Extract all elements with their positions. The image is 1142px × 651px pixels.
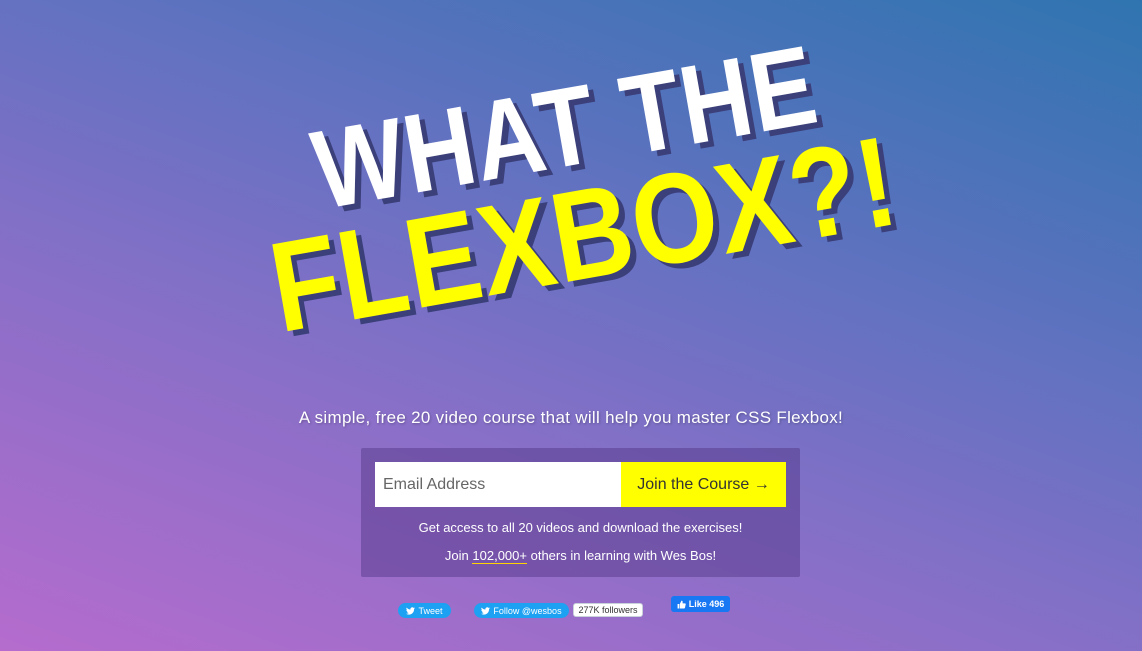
- join-course-button[interactable]: Join the Course →: [621, 462, 786, 507]
- like-label: Like 496: [688, 599, 725, 609]
- access-text: Get access to all 20 videos and download…: [418, 520, 743, 535]
- like-button[interactable]: Like 496: [671, 596, 730, 612]
- hero-title-text: WHAT THE FLEXBOX?!: [195, 15, 956, 360]
- followers-count[interactable]: 277K followers: [573, 603, 643, 617]
- thumbs-up-icon: [677, 600, 686, 608]
- tweet-label: Tweet: [418, 605, 443, 616]
- join-prefix: Join: [444, 548, 473, 563]
- twitter-bird-icon: [481, 606, 491, 615]
- join-count-text: Join 102,000+ others in learning with We…: [361, 548, 800, 564]
- course-subtitle: A simple, free 20 video course that will…: [298, 408, 844, 427]
- follow-label: Follow @wesbos: [493, 605, 562, 616]
- join-count-link[interactable]: 102,000+: [472, 548, 527, 564]
- join-suffix: others in learning with Wes Bos!: [526, 548, 717, 563]
- signup-box: Join the Course → Get access to all 20 v…: [361, 448, 800, 577]
- email-input[interactable]: [375, 462, 621, 507]
- tweet-button[interactable]: Tweet: [398, 603, 451, 618]
- follow-button[interactable]: Follow @wesbos: [474, 603, 569, 618]
- hero-title: WHAT THE FLEXBOX?!: [0, 0, 1142, 380]
- twitter-bird-icon: [406, 606, 416, 615]
- signup-form: Join the Course →: [375, 462, 786, 507]
